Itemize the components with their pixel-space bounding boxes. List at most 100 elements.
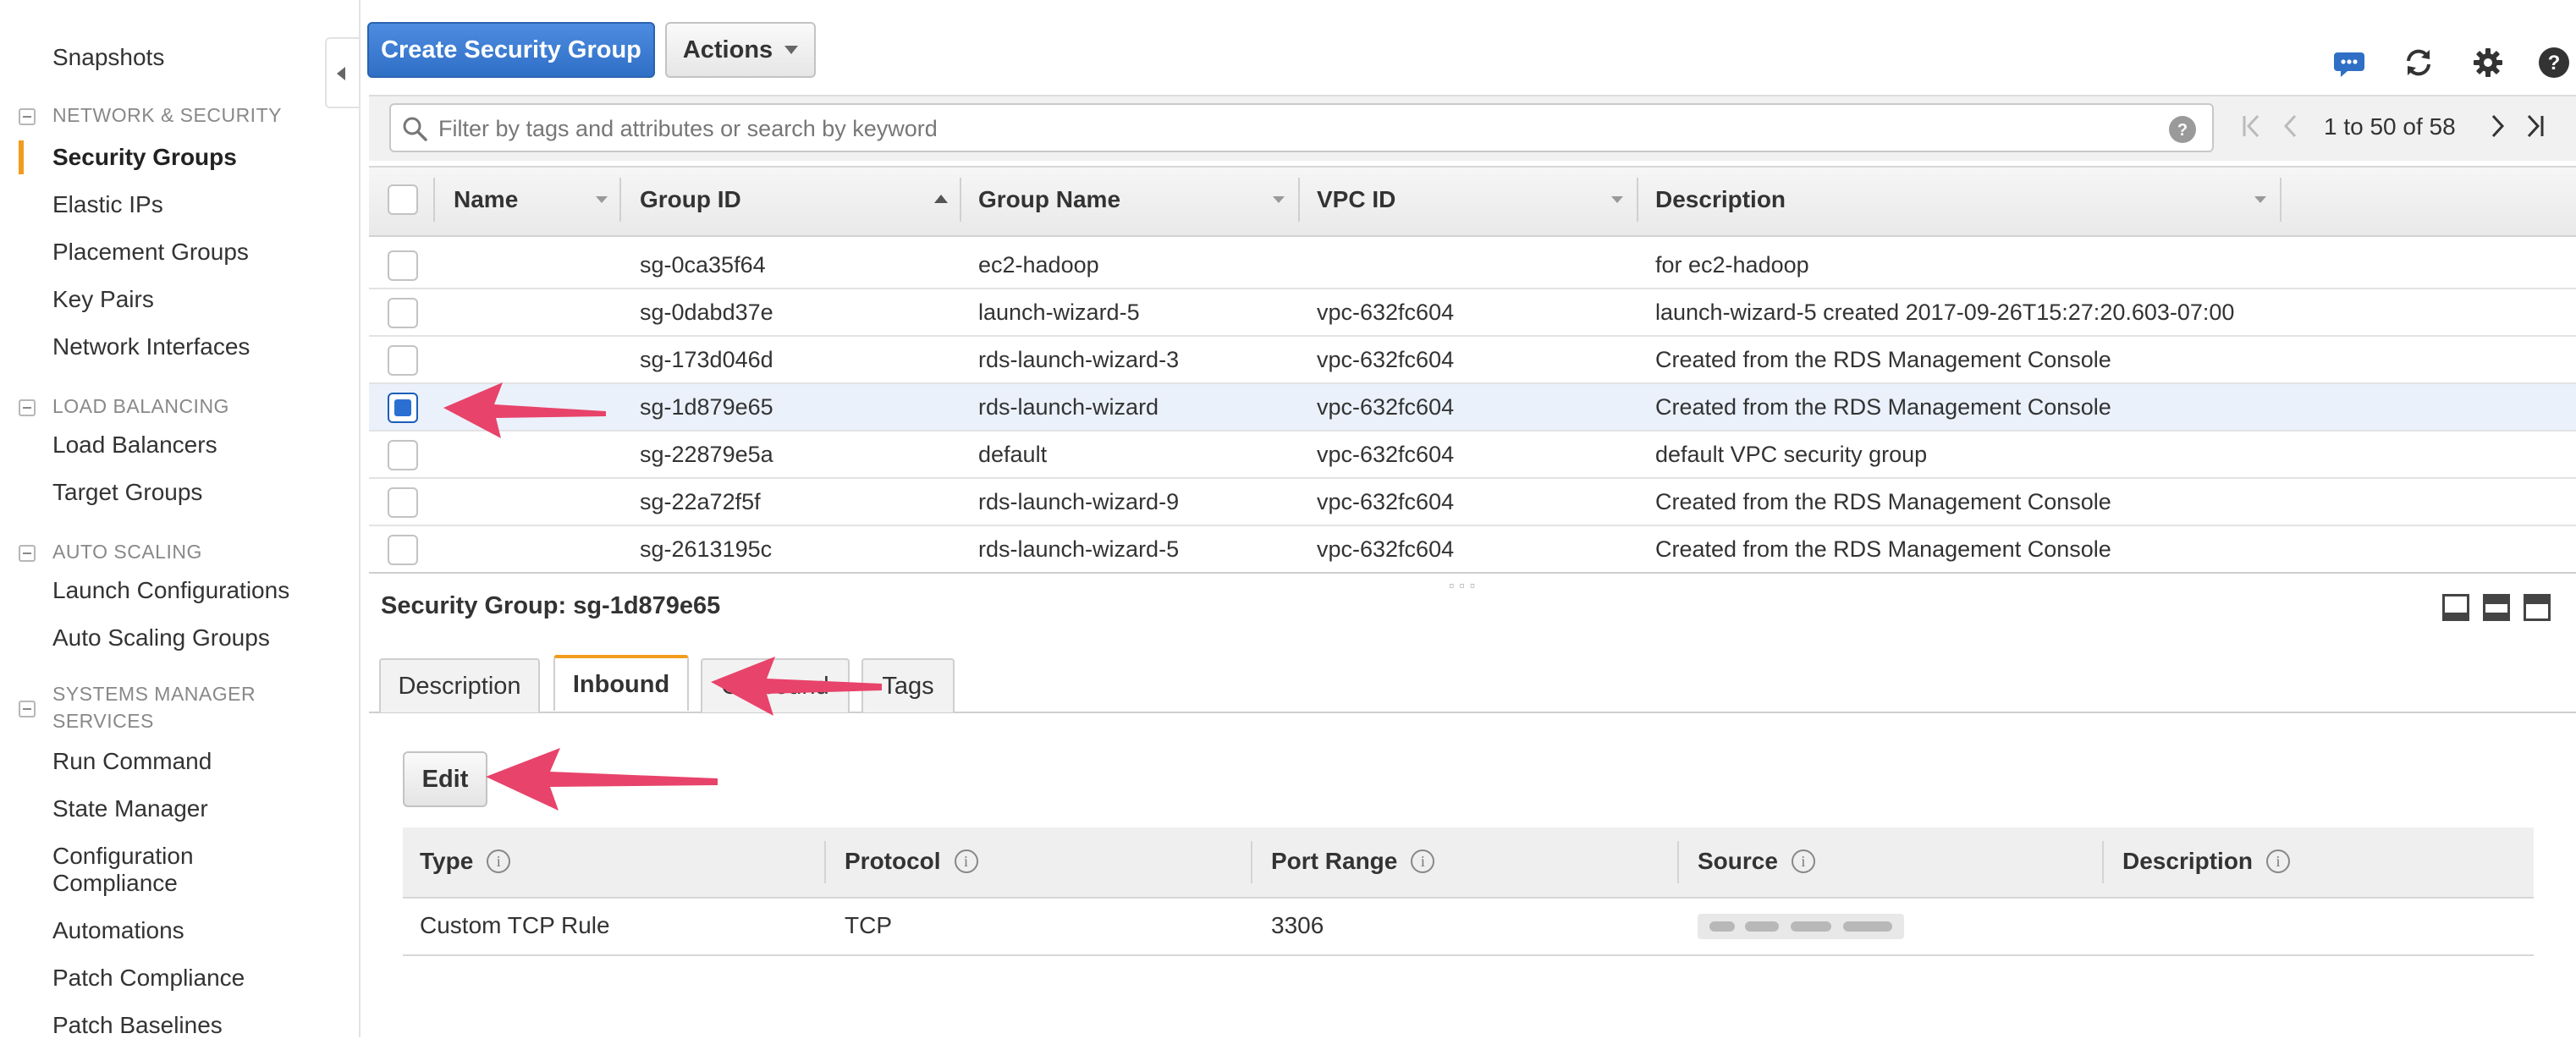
info-icon[interactable]: i [954, 849, 978, 873]
sidebar-item-security-groups[interactable]: Security Groups [52, 144, 237, 171]
chevron-down-icon[interactable] [2254, 196, 2266, 203]
row-checkbox[interactable] [388, 250, 418, 281]
sidebar-item-auto-scaling-groups[interactable]: Auto Scaling Groups [52, 624, 270, 651]
column-header-group-name[interactable]: Group Name [978, 186, 1120, 213]
column-header-description[interactable]: Description [1655, 186, 1786, 213]
column-header-name[interactable]: Name [454, 186, 518, 213]
layout-bottom-icon[interactable] [2442, 594, 2469, 621]
search-input[interactable] [437, 105, 2133, 152]
column-separator [1677, 841, 1679, 883]
sidebar-item-load-balancers[interactable]: Load Balancers [52, 432, 217, 459]
cell-group-name: rds-launch-wizard-3 [978, 347, 1180, 372]
chat-icon[interactable] [2332, 46, 2366, 80]
help-icon[interactable]: ? [2537, 46, 2571, 80]
sidebar-item-network-interfaces[interactable]: Network Interfaces [52, 333, 250, 360]
cell-description: for ec2-hadoop [1655, 252, 1809, 278]
gear-icon[interactable] [2471, 46, 2505, 80]
edit-button[interactable]: Edit [403, 751, 487, 807]
sidebar-item-snapshots[interactable]: Snapshots [52, 44, 164, 71]
info-icon[interactable]: i [2266, 849, 2291, 873]
row-checkbox[interactable] [388, 535, 418, 565]
cell-vpc-id: vpc-632fc604 [1317, 442, 1455, 467]
cell-vpc-id: vpc-632fc604 [1317, 489, 1455, 514]
sidebar-item-key-pairs[interactable]: Key Pairs [52, 286, 154, 313]
cell-description: default VPC security group [1655, 442, 1928, 467]
rules-column-type: Type i [420, 848, 511, 875]
refresh-icon[interactable] [2402, 46, 2436, 80]
rule-row [403, 897, 2534, 956]
sidebar-item-placement-groups[interactable]: Placement Groups [52, 239, 249, 266]
column-header-group-id[interactable]: Group ID [640, 186, 741, 213]
layout-split-icon[interactable] [2483, 594, 2510, 621]
rules-column-type-label: Type [420, 848, 474, 874]
sidebar-item-state-manager[interactable]: State Manager [52, 795, 208, 822]
cell-group-id: sg-1d879e65 [640, 394, 773, 420]
tab-inbound[interactable]: Inbound [553, 655, 689, 711]
last-page-icon[interactable] [2524, 113, 2546, 139]
rules-column-source: Source i [1698, 848, 1815, 875]
layout-top-icon[interactable] [2524, 594, 2551, 621]
sort-ascending-icon[interactable] [934, 195, 948, 203]
actions-dropdown-button[interactable]: Actions [665, 22, 816, 78]
column-separator [960, 178, 961, 222]
row-checkbox[interactable] [388, 440, 418, 470]
cell-group-name: rds-launch-wizard-5 [978, 536, 1180, 562]
cell-vpc-id: vpc-632fc604 [1317, 394, 1455, 420]
search-box[interactable]: ? [389, 103, 2214, 152]
cell-description: Created from the RDS Management Console [1655, 347, 2111, 372]
pane-splitter[interactable] [369, 572, 2576, 574]
first-page-icon[interactable] [2241, 113, 2263, 139]
sidebar-item-automations[interactable]: Automations [52, 917, 184, 944]
splitter-grip-icon[interactable]: ▫▫▫ [1449, 577, 1480, 595]
sidebar-item-patch-compliance[interactable]: Patch Compliance [52, 965, 245, 992]
info-icon[interactable]: i [1791, 849, 1815, 873]
info-icon[interactable]: i [487, 849, 511, 873]
sidebar-item-run-command[interactable]: Run Command [52, 748, 212, 775]
cell-group-name: rds-launch-wizard-9 [978, 489, 1180, 514]
chevron-down-icon[interactable] [1611, 196, 1623, 203]
collapse-load-balancing-icon[interactable] [19, 399, 36, 416]
cell-group-id: sg-0ca35f64 [640, 252, 766, 278]
pagination-text: 1 to 50 of 58 [2324, 113, 2456, 140]
cell-group-name: ec2-hadoop [978, 252, 1099, 278]
sidebar: Snapshots NETWORK & SECURITY Security Gr… [0, 0, 361, 1039]
annotation-arrow-inbound [711, 657, 882, 716]
sidebar-item-launch-configurations[interactable]: Launch Configurations [52, 577, 289, 604]
info-icon[interactable]: i [1411, 849, 1435, 873]
row-checkbox[interactable] [388, 298, 418, 328]
collapse-sidebar-button[interactable] [325, 37, 359, 108]
cell-group-id: sg-173d046d [640, 347, 773, 372]
collapse-systems-manager-icon[interactable] [19, 701, 36, 717]
row-checkbox-checked[interactable] [388, 393, 418, 423]
sidebar-item-elastic-ips[interactable]: Elastic IPs [52, 191, 163, 218]
actions-label: Actions [682, 36, 773, 63]
row-checkbox[interactable] [388, 345, 418, 376]
row-checkbox[interactable] [388, 487, 418, 518]
cell-description: Created from the RDS Management Console [1655, 489, 2111, 514]
cell-vpc-id: vpc-632fc604 [1317, 347, 1455, 372]
prev-page-icon[interactable] [2282, 113, 2300, 139]
cell-description: Created from the RDS Management Console [1655, 536, 2111, 562]
chevron-down-icon[interactable] [596, 196, 608, 203]
help-icon[interactable]: ? [2168, 115, 2197, 144]
sidebar-item-configuration-compliance[interactable]: Configuration Compliance [52, 843, 256, 897]
column-separator [1251, 841, 1252, 883]
rule-source-redacted [1698, 914, 1904, 939]
create-security-group-button[interactable]: Create Security Group [367, 22, 655, 78]
column-separator [824, 841, 826, 883]
sidebar-item-target-groups[interactable]: Target Groups [52, 479, 202, 506]
sidebar-item-patch-baselines[interactable]: Patch Baselines [52, 1012, 223, 1039]
column-separator [619, 178, 621, 222]
chevron-down-icon[interactable] [1273, 196, 1285, 203]
collapse-network-security-icon[interactable] [19, 108, 36, 125]
column-header-vpc-id[interactable]: VPC ID [1317, 186, 1395, 213]
cell-group-name: rds-launch-wizard [978, 394, 1159, 420]
collapse-auto-scaling-icon[interactable] [19, 545, 36, 562]
next-page-icon[interactable] [2488, 113, 2507, 139]
section-load-balancing: LOAD BALANCING [52, 395, 229, 417]
section-systems-manager: SYSTEMS MANAGER SERVICES [52, 683, 256, 732]
select-all-checkbox[interactable] [388, 184, 418, 215]
cell-description: launch-wizard-5 created 2017-09-26T15:27… [1655, 300, 2235, 325]
annotation-arrow-row [443, 382, 606, 438]
tab-description[interactable]: Description [379, 658, 540, 712]
